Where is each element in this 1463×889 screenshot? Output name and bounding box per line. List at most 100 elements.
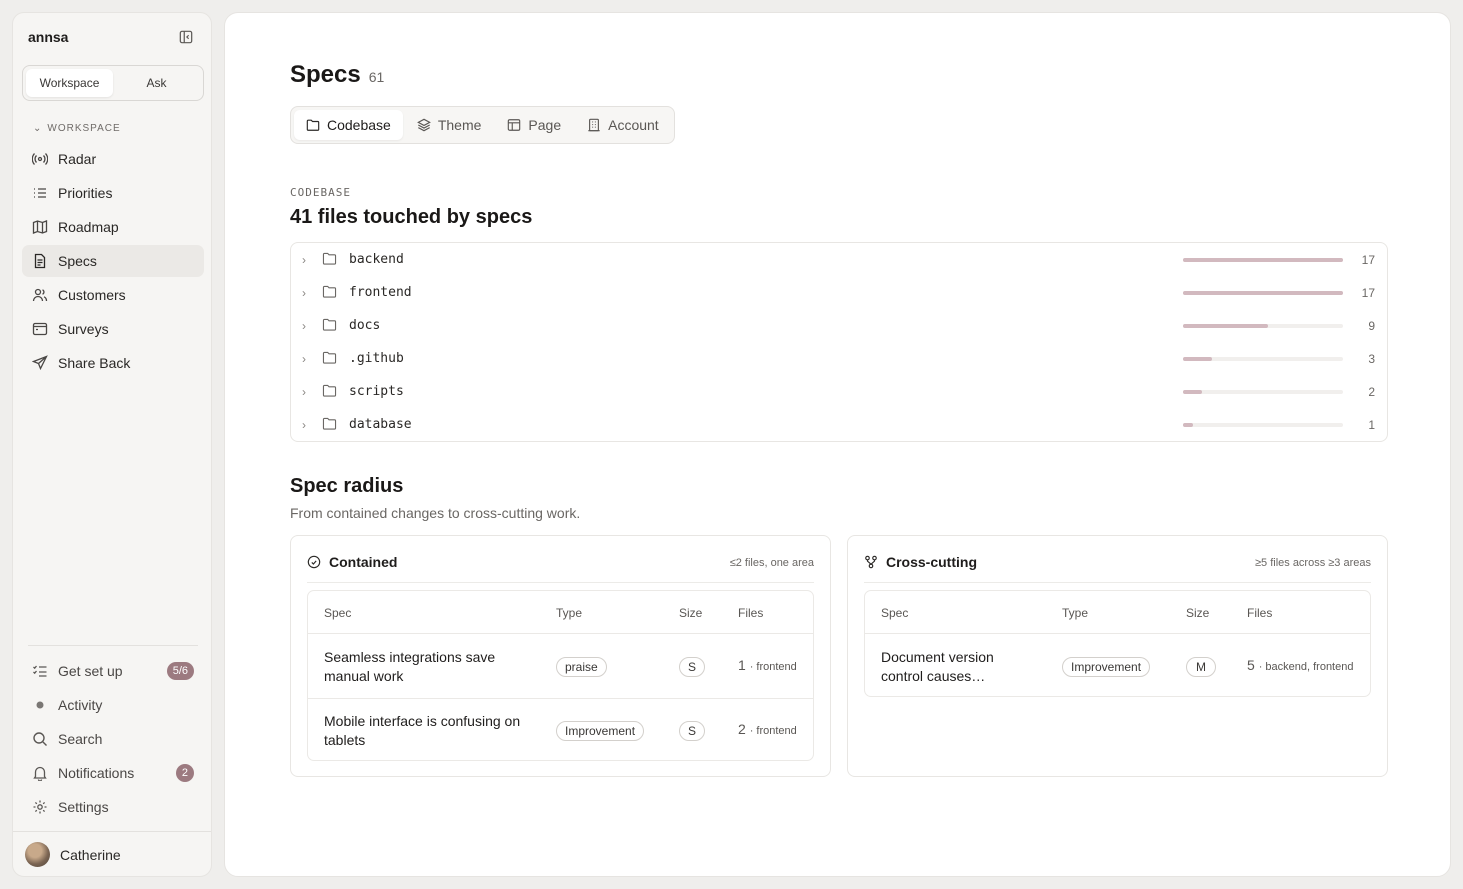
type-pill: Improvement <box>1062 657 1151 677</box>
spec-title[interactable]: Seamless integrations save manual work <box>324 648 524 686</box>
sidebar-item-notifications[interactable]: Notifications 2 <box>22 757 204 789</box>
workspace-name[interactable]: annsa <box>28 29 68 45</box>
chevron-right-icon[interactable]: › <box>302 319 306 333</box>
file-count: 17 <box>1361 252 1375 267</box>
send-icon <box>32 355 48 371</box>
notifications-count-badge: 2 <box>175 764 194 782</box>
sidebar-item-activity[interactable]: Activity <box>22 689 204 721</box>
card-title: Cross-cutting <box>886 554 977 570</box>
sidebar-item-label: Notifications <box>58 765 135 781</box>
tab-label: Page <box>528 117 562 133</box>
folder-row[interactable]: › scripts 2 <box>291 375 1387 408</box>
bell-icon <box>33 766 47 781</box>
files-count: 2 <box>738 721 746 737</box>
file-count: 17 <box>1361 285 1375 300</box>
folder-icon <box>306 119 320 131</box>
user-menu[interactable]: Catherine <box>25 842 121 867</box>
branch-icon <box>865 555 877 569</box>
column-header: Type <box>556 606 583 620</box>
sidebar-item-specs[interactable]: Specs <box>22 245 204 277</box>
chevron-down-icon: ⌄ <box>33 123 43 134</box>
folder-row[interactable]: › database 1 <box>291 408 1387 441</box>
folder-icon <box>322 384 337 397</box>
chevron-right-icon[interactable]: › <box>302 286 306 300</box>
search-icon <box>33 732 47 746</box>
spec-count: 61 <box>368 69 385 85</box>
sidebar-item-label: Share Back <box>58 355 131 371</box>
sidebar-item-share-back[interactable]: Share Back <box>22 347 204 379</box>
folder-row[interactable]: › .github 3 <box>291 342 1387 375</box>
card-header: Cross-cutting <box>864 554 977 570</box>
chevron-right-icon[interactable]: › <box>302 352 306 366</box>
dot-icon <box>36 701 44 709</box>
survey-icon <box>32 322 48 336</box>
section-workspace[interactable]: ⌄ WORKSPACE <box>33 123 121 134</box>
tab-theme[interactable]: Theme <box>405 110 494 140</box>
usage-bar <box>1183 423 1343 427</box>
usage-bar <box>1183 357 1343 361</box>
type-pill: Improvement <box>556 721 645 741</box>
sidebar-item-label: Search <box>58 731 103 747</box>
table-row[interactable]: Mobile interface is confusing on tablets… <box>308 698 813 761</box>
folder-name: scripts <box>349 384 404 399</box>
file-count: 2 <box>1368 384 1375 399</box>
building-icon <box>588 118 600 132</box>
sidebar-item-priorities[interactable]: Priorities <box>22 177 204 209</box>
size-pill: S <box>679 721 705 741</box>
tab-page[interactable]: Page <box>495 110 573 140</box>
folder-icon <box>322 252 337 265</box>
sidebar-item-get-set-up[interactable]: Get set up 5/6 <box>22 655 204 687</box>
table-header: Spec Type Size Files <box>865 591 1370 634</box>
cross-cutting-table: Spec Type Size Files Document version co… <box>864 590 1371 697</box>
folder-row[interactable]: › docs 9 <box>291 309 1387 342</box>
table-row[interactable]: Seamless integrations save manual work p… <box>308 635 813 698</box>
sidebar-item-radar[interactable]: Radar <box>22 143 204 175</box>
files-area: · backend, frontend <box>1258 661 1354 673</box>
tab-account[interactable]: Account <box>575 110 671 140</box>
spec-title[interactable]: Mobile interface is confusing on tablets <box>324 712 524 750</box>
layout-icon <box>508 119 521 131</box>
collapse-sidebar-icon[interactable] <box>177 28 195 46</box>
list-icon <box>34 188 46 198</box>
type-pill: praise <box>556 657 607 677</box>
section-label: WORKSPACE <box>47 123 121 134</box>
users-icon <box>32 288 48 302</box>
chevron-right-icon[interactable]: › <box>302 253 306 267</box>
column-header: Spec <box>324 606 352 620</box>
files-cell: 1 · frontend <box>738 657 797 673</box>
chevron-right-icon[interactable]: › <box>302 385 306 399</box>
mode-ask[interactable]: Ask <box>113 69 200 97</box>
folder-row[interactable]: › frontend 17 <box>291 276 1387 309</box>
mode-workspace[interactable]: Workspace <box>26 69 113 97</box>
sidebar-item-search[interactable]: Search <box>22 723 204 755</box>
tab-codebase[interactable]: Codebase <box>294 110 403 140</box>
sidebar-item-label: Priorities <box>58 185 113 201</box>
avatar <box>25 842 50 867</box>
card-title: Contained <box>329 554 398 570</box>
folder-icon <box>322 318 337 331</box>
column-header: Spec <box>881 606 909 620</box>
sidebar-item-surveys[interactable]: Surveys <box>22 313 204 345</box>
page-header: Specs 61 <box>290 61 384 89</box>
folder-name: backend <box>349 252 404 267</box>
sidebar-item-customers[interactable]: Customers <box>22 279 204 311</box>
folder-row[interactable]: › backend 17 <box>291 243 1387 276</box>
view-tabs: Codebase Theme Page Account <box>290 106 675 144</box>
chevron-right-icon[interactable]: › <box>302 418 306 432</box>
folder-name: .github <box>349 351 404 366</box>
contained-table: Spec Type Size Files Seamless integratio… <box>307 590 814 761</box>
card-header: Contained <box>307 554 397 570</box>
card-criteria: ≤2 files, one area <box>729 557 814 569</box>
sidebar-nav: Radar Priorities Roadmap Specs Customers… <box>22 143 204 381</box>
sidebar-item-roadmap[interactable]: Roadmap <box>22 211 204 243</box>
sidebar-item-label: Specs <box>58 253 97 269</box>
folder-icon <box>322 285 337 298</box>
folder-name: frontend <box>349 285 412 300</box>
files-area: · frontend <box>749 661 797 673</box>
spec-title[interactable]: Document version control causes… <box>881 648 1031 686</box>
radius-subtitle: From contained changes to cross-cutting … <box>290 505 581 521</box>
sidebar-item-settings[interactable]: Settings <box>22 791 204 823</box>
table-row[interactable]: Document version control causes… Improve… <box>865 635 1370 698</box>
folder-icon <box>322 351 337 364</box>
mode-switch: Workspace Ask <box>22 65 204 101</box>
